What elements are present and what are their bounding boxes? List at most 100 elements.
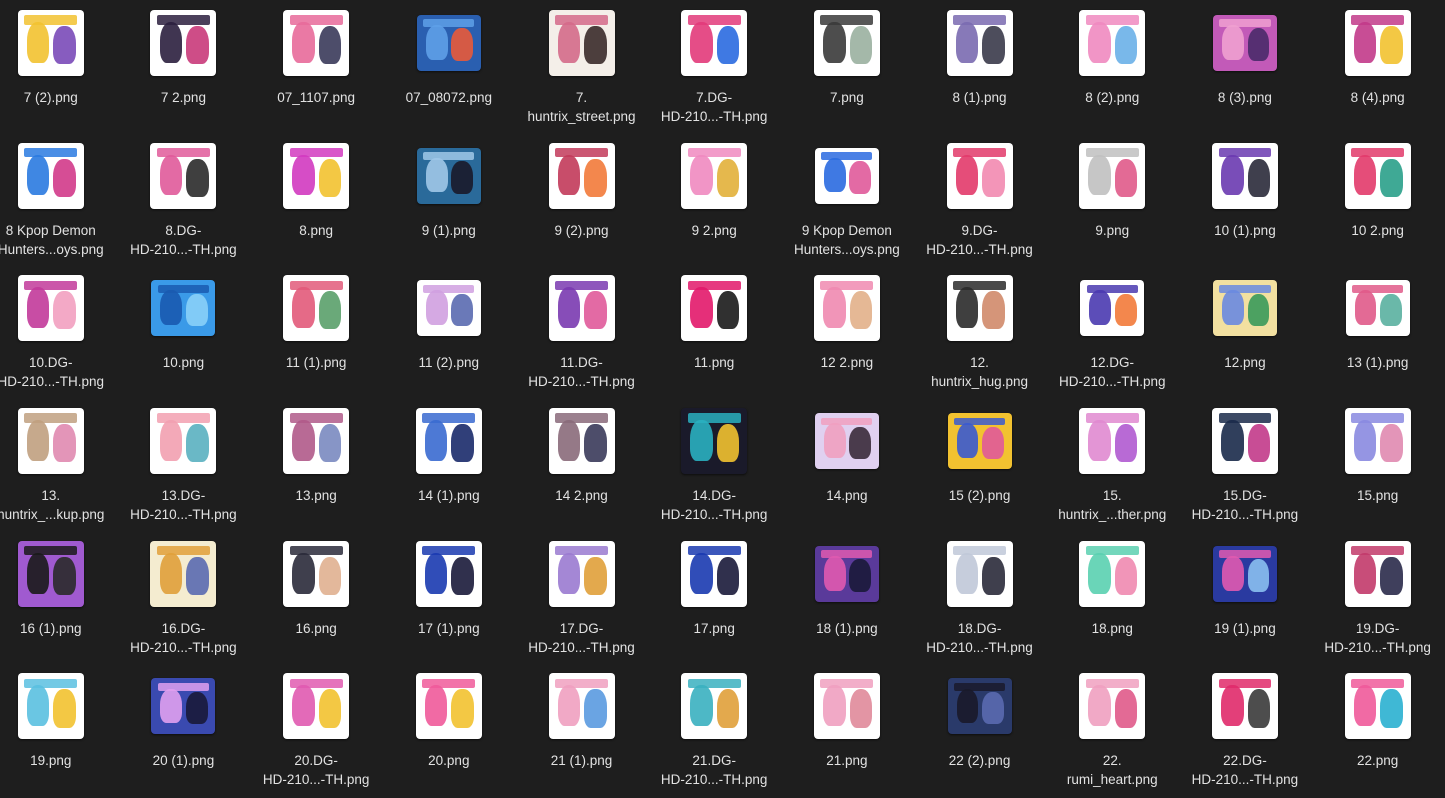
file-thumbnail[interactable] <box>681 275 748 342</box>
file-item[interactable]: 07_1107.png <box>250 0 383 133</box>
file-item[interactable]: 9 (1).png <box>382 133 515 266</box>
file-thumbnail[interactable] <box>813 673 880 740</box>
file-thumbnail[interactable] <box>681 142 748 209</box>
file-item[interactable]: 7. huntrix_street.png <box>515 0 648 133</box>
file-thumbnail[interactable] <box>1080 280 1145 337</box>
file-item[interactable]: 17.DG- HD-210...-TH.png <box>515 531 648 664</box>
file-item[interactable]: 15.png <box>1311 398 1444 531</box>
file-thumbnail[interactable] <box>151 678 216 735</box>
file-thumbnail[interactable] <box>17 540 84 607</box>
file-item[interactable]: 13.png <box>250 398 383 531</box>
file-item[interactable]: 13 (1).png <box>1311 265 1444 398</box>
file-item[interactable]: 8 (4).png <box>1311 0 1444 133</box>
file-item[interactable]: 14.png <box>781 398 914 531</box>
file-item[interactable]: 16.DG- HD-210...-TH.png <box>117 531 250 664</box>
file-item[interactable]: 8 Kpop Demon Hunters...oys.png <box>0 133 117 266</box>
file-item[interactable]: 21 (1).png <box>515 663 648 796</box>
file-thumbnail[interactable] <box>1211 408 1278 475</box>
file-thumbnail[interactable] <box>947 678 1012 735</box>
file-item[interactable]: 20.png <box>382 663 515 796</box>
file-item[interactable]: 15.DG- HD-210...-TH.png <box>1179 398 1312 531</box>
file-thumbnail[interactable] <box>1079 673 1146 740</box>
file-thumbnail[interactable] <box>150 408 217 475</box>
file-item[interactable]: 19 (1).png <box>1179 531 1312 664</box>
file-item[interactable]: 14.DG- HD-210...-TH.png <box>648 398 781 531</box>
file-thumbnail[interactable] <box>1345 280 1410 337</box>
file-item[interactable]: 9.DG- HD-210...-TH.png <box>913 133 1046 266</box>
file-item[interactable]: 18 (1).png <box>781 531 914 664</box>
file-thumbnail[interactable] <box>814 545 879 602</box>
file-thumbnail[interactable] <box>416 15 481 71</box>
file-thumbnail[interactable] <box>283 275 350 342</box>
file-thumbnail[interactable] <box>1079 142 1146 209</box>
file-thumbnail[interactable] <box>415 540 482 607</box>
file-item[interactable]: 17 (1).png <box>382 531 515 664</box>
file-item[interactable]: 8 (2).png <box>1046 0 1179 133</box>
file-thumbnail[interactable] <box>283 408 350 475</box>
file-item[interactable]: 22.DG- HD-210...-TH.png <box>1179 663 1312 796</box>
file-item[interactable]: 19.DG- HD-210...-TH.png <box>1311 531 1444 664</box>
file-thumbnail[interactable] <box>17 673 84 740</box>
file-thumbnail[interactable] <box>150 142 217 209</box>
file-item[interactable]: 16.png <box>250 531 383 664</box>
file-item[interactable]: 10 (1).png <box>1179 133 1312 266</box>
file-thumbnail[interactable] <box>150 10 217 76</box>
file-thumbnail[interactable] <box>946 142 1013 209</box>
file-item[interactable]: 9 Kpop Demon Hunters...oys.png <box>781 133 914 266</box>
file-item[interactable]: 12.png <box>1179 265 1312 398</box>
file-item[interactable]: 7.DG- HD-210...-TH.png <box>648 0 781 133</box>
file-thumbnail[interactable] <box>813 10 880 76</box>
file-thumbnail[interactable] <box>548 673 615 740</box>
file-item[interactable]: 7 2.png <box>117 0 250 133</box>
file-item[interactable]: 12. huntrix_hug.png <box>913 265 1046 398</box>
file-thumbnail[interactable] <box>416 147 481 204</box>
file-thumbnail[interactable] <box>946 10 1013 76</box>
file-thumbnail[interactable] <box>17 408 84 475</box>
file-thumbnail[interactable] <box>946 540 1013 607</box>
file-item[interactable]: 12.DG- HD-210...-TH.png <box>1046 265 1179 398</box>
file-item[interactable]: 18.png <box>1046 531 1179 664</box>
file-item[interactable]: 8 (1).png <box>913 0 1046 133</box>
file-item[interactable]: 12 2.png <box>781 265 914 398</box>
file-thumbnail[interactable] <box>548 10 615 76</box>
file-item[interactable]: 9 (2).png <box>515 133 648 266</box>
file-item[interactable]: 11 (1).png <box>250 265 383 398</box>
file-thumbnail[interactable] <box>813 275 880 342</box>
file-thumbnail[interactable] <box>681 673 748 740</box>
file-item[interactable]: 20 (1).png <box>117 663 250 796</box>
file-item[interactable]: 14 (1).png <box>382 398 515 531</box>
file-thumbnail[interactable] <box>17 10 84 76</box>
file-item[interactable]: 07_08072.png <box>382 0 515 133</box>
file-thumbnail[interactable] <box>548 275 615 342</box>
file-thumbnail[interactable] <box>681 540 748 607</box>
file-item[interactable]: 10.png <box>117 265 250 398</box>
file-item[interactable]: 10 2.png <box>1311 133 1444 266</box>
file-thumbnail[interactable] <box>17 275 84 342</box>
file-item[interactable]: 21.png <box>781 663 914 796</box>
file-thumbnail[interactable] <box>548 540 615 607</box>
file-item[interactable]: 8 (3).png <box>1179 0 1312 133</box>
file-thumbnail[interactable] <box>1212 545 1277 602</box>
file-thumbnail[interactable] <box>1344 142 1411 209</box>
file-thumbnail[interactable] <box>814 413 879 470</box>
file-item[interactable]: 13. huntrix_...kup.png <box>0 398 117 531</box>
file-thumbnail[interactable] <box>1344 540 1411 607</box>
file-item[interactable]: 7 (2).png <box>0 0 117 133</box>
file-item[interactable]: 13.DG- HD-210...-TH.png <box>117 398 250 531</box>
file-thumbnail[interactable] <box>283 10 350 76</box>
file-thumbnail[interactable] <box>1212 15 1277 71</box>
file-item[interactable]: 11.DG- HD-210...-TH.png <box>515 265 648 398</box>
file-item[interactable]: 14 2.png <box>515 398 648 531</box>
file-item[interactable]: 11.png <box>648 265 781 398</box>
file-thumbnail[interactable] <box>1079 408 1146 475</box>
file-thumbnail[interactable] <box>415 408 482 475</box>
file-item[interactable]: 10.DG- HD-210...-TH.png <box>0 265 117 398</box>
file-item[interactable]: 19.png <box>0 663 117 796</box>
file-item[interactable]: 21.DG- HD-210...-TH.png <box>648 663 781 796</box>
file-item[interactable]: 17.png <box>648 531 781 664</box>
file-item[interactable]: 15. huntrix_...ther.png <box>1046 398 1179 531</box>
file-item[interactable]: 8.DG- HD-210...-TH.png <box>117 133 250 266</box>
file-thumbnail[interactable] <box>1344 408 1411 475</box>
file-thumbnail[interactable] <box>415 673 482 740</box>
file-thumbnail[interactable] <box>283 142 350 209</box>
